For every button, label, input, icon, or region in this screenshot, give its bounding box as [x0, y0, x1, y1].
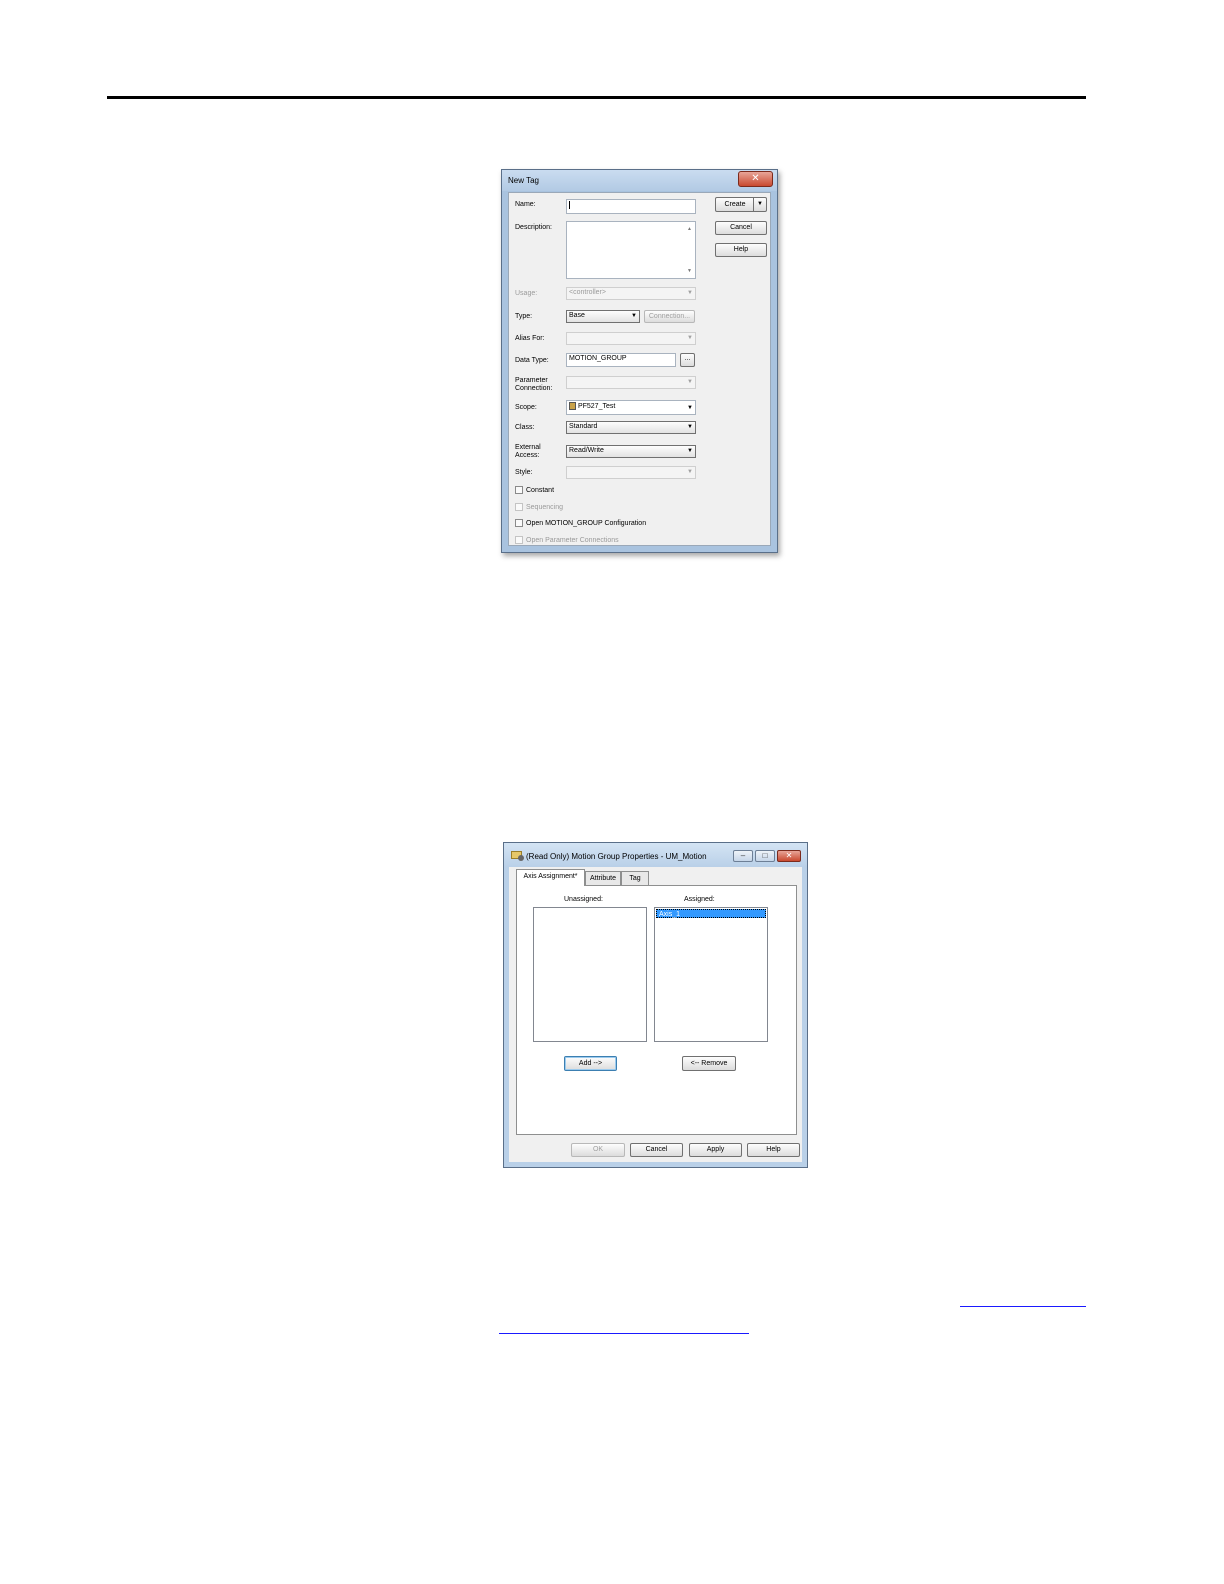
- folder-icon: [511, 851, 524, 861]
- help-button[interactable]: Help: [715, 243, 767, 257]
- apply-button[interactable]: Apply: [689, 1143, 742, 1157]
- create-button[interactable]: Create ▼: [715, 197, 767, 212]
- data-type-value: MOTION_GROUP: [569, 355, 627, 362]
- alias-for-combo[interactable]: ▼: [566, 332, 696, 345]
- class-combo[interactable]: Standard ▼: [566, 421, 696, 434]
- motion-group-properties-dialog: (Read Only) Motion Group Properties - UM…: [503, 842, 808, 1168]
- dropdown-arrow-icon: ▼: [687, 469, 693, 475]
- dropdown-arrow-icon: ▼: [687, 405, 693, 411]
- usage-label: Usage:: [515, 290, 538, 297]
- type-value: Base: [569, 312, 585, 319]
- header-rule: [107, 96, 1086, 99]
- alias-for-label: Alias For:: [515, 335, 545, 342]
- assigned-label: Assigned:: [684, 896, 715, 903]
- external-access-combo[interactable]: Read/Write ▼: [566, 445, 696, 458]
- dropdown-arrow-icon: ▼: [687, 290, 693, 296]
- data-type-label: Data Type:: [515, 357, 549, 364]
- scope-combo[interactable]: PF527_Test ▼: [566, 400, 696, 415]
- usage-combo[interactable]: <controller> ▼: [566, 287, 696, 300]
- dialog-body: Name: Description: ▲ ▼ Create ▼ Cancel H…: [508, 192, 771, 546]
- open-configuration-label: Open MOTION_GROUP Configuration: [526, 520, 647, 527]
- dialog-title: (Read Only) Motion Group Properties - UM…: [526, 852, 707, 861]
- constant-checkbox[interactable]: [515, 486, 523, 494]
- connection-button[interactable]: Connection...: [644, 310, 695, 323]
- list-item[interactable]: Axis_1: [656, 909, 766, 918]
- scope-value: PF527_Test: [577, 403, 616, 410]
- dialog-title: New Tag: [508, 176, 539, 185]
- name-input[interactable]: [566, 199, 696, 214]
- link-underline[interactable]: [960, 1306, 1086, 1307]
- open-configuration-checkbox[interactable]: [515, 519, 523, 527]
- sequencing-label: Sequencing: [526, 504, 563, 511]
- maximize-button[interactable]: □: [755, 850, 775, 862]
- type-combo[interactable]: Base ▼: [566, 310, 640, 323]
- close-button[interactable]: ✕: [777, 850, 801, 862]
- tab-tag[interactable]: Tag: [621, 871, 649, 885]
- external-access-value: Read/Write: [569, 447, 604, 454]
- scroll-up-icon[interactable]: ▲: [687, 224, 692, 234]
- class-value: Standard: [569, 423, 598, 430]
- unassigned-listbox[interactable]: [533, 907, 647, 1042]
- parameter-connection-label-line1: Parameter: [515, 377, 548, 384]
- dropdown-arrow-icon: ▼: [687, 424, 693, 430]
- create-label: Create: [724, 201, 746, 208]
- dialog-body: Axis Assignment* Attribute Tag Unassigne…: [509, 867, 802, 1162]
- title-bar: New Tag ✕: [502, 170, 777, 191]
- description-label: Description:: [515, 224, 552, 231]
- description-input[interactable]: ▲ ▼: [566, 221, 696, 279]
- parameter-connection-label-line2: Connection:: [515, 385, 553, 392]
- dropdown-arrow-icon: ▼: [687, 335, 693, 341]
- title-bar: (Read Only) Motion Group Properties - UM…: [504, 843, 807, 867]
- external-access-label-line2: Access:: [515, 452, 540, 459]
- dropdown-arrow-icon: ▼: [631, 313, 637, 319]
- dropdown-arrow-icon: ▼: [687, 379, 693, 385]
- style-combo[interactable]: ▼: [566, 466, 696, 479]
- text-cursor: [569, 201, 570, 209]
- data-type-browse-button[interactable]: ...: [680, 353, 695, 367]
- remove-button[interactable]: <-- Remove: [682, 1056, 736, 1071]
- external-access-label-line1: External: [515, 444, 541, 451]
- data-type-input[interactable]: MOTION_GROUP: [566, 353, 676, 367]
- constant-label: Constant: [526, 487, 555, 494]
- scroll-down-icon[interactable]: ▼: [687, 266, 692, 276]
- class-label: Class:: [515, 424, 535, 431]
- cancel-button[interactable]: Cancel: [630, 1143, 683, 1157]
- type-label: Type:: [515, 313, 533, 320]
- axis-assignment-panel: Unassigned: Assigned: Axis_1 Add --> <--…: [516, 885, 797, 1135]
- help-button[interactable]: Help: [747, 1143, 800, 1157]
- parameter-connection-combo[interactable]: ▼: [566, 376, 696, 389]
- link-underline[interactable]: [499, 1333, 749, 1334]
- tab-attribute[interactable]: Attribute: [585, 871, 621, 885]
- create-dropdown-icon[interactable]: ▼: [753, 198, 766, 211]
- assigned-listbox[interactable]: Axis_1: [654, 907, 768, 1042]
- tab-axis-assignment[interactable]: Axis Assignment*: [516, 869, 585, 886]
- controller-icon: [569, 402, 576, 411]
- cancel-button[interactable]: Cancel: [715, 221, 767, 235]
- minimize-button[interactable]: –: [733, 850, 753, 862]
- open-parameter-connections-checkbox[interactable]: [515, 536, 523, 544]
- new-tag-dialog: New Tag ✕ Name: Description: ▲ ▼ Create …: [501, 169, 778, 553]
- dropdown-arrow-icon: ▼: [687, 448, 693, 454]
- close-button[interactable]: ✕: [738, 171, 773, 187]
- style-label: Style:: [515, 469, 533, 476]
- scope-label: Scope:: [515, 404, 537, 411]
- open-parameter-connections-label: Open Parameter Connections: [526, 537, 619, 544]
- unassigned-label: Unassigned:: [564, 896, 603, 903]
- name-label: Name:: [515, 201, 536, 208]
- add-button[interactable]: Add -->: [564, 1056, 617, 1071]
- ok-button[interactable]: OK: [571, 1143, 625, 1157]
- usage-value: <controller>: [569, 289, 606, 296]
- sequencing-checkbox[interactable]: [515, 503, 523, 511]
